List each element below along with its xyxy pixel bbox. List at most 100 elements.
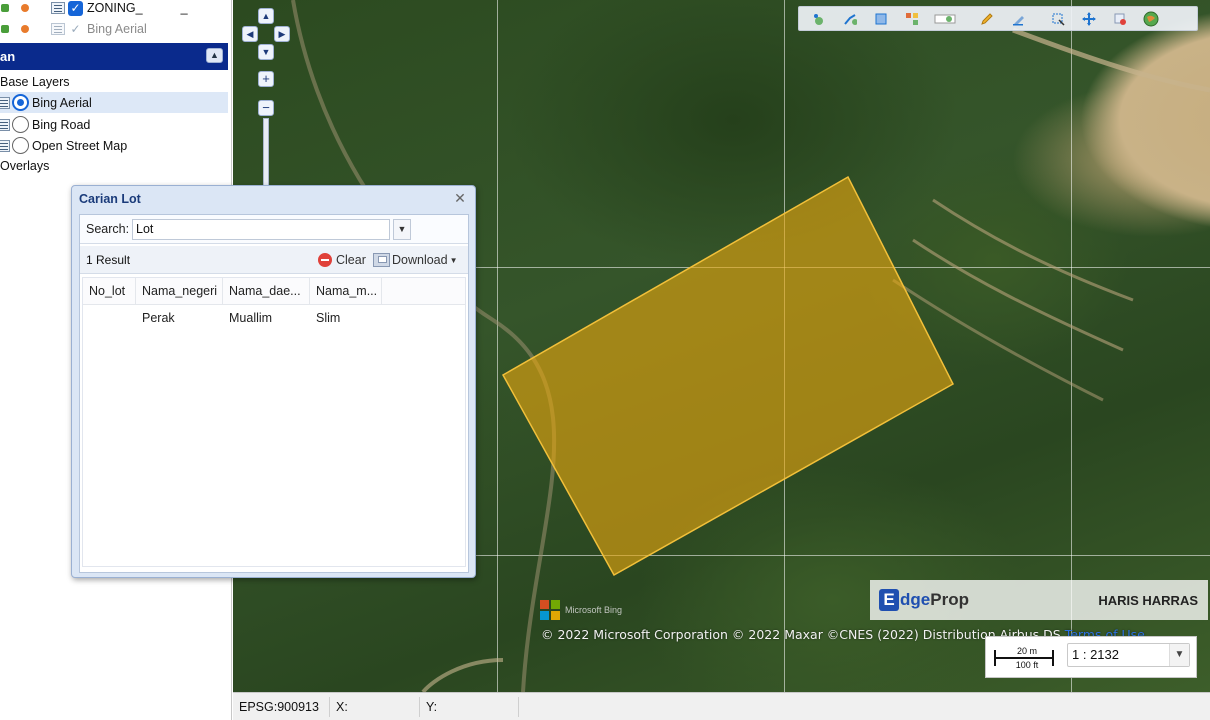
osm-radio[interactable] <box>12 137 29 154</box>
search-row: Search: Lot ▼ <box>80 215 468 244</box>
status-bar: EPSG:900913 X: Y: <box>233 692 1210 720</box>
bing-aerial-radio[interactable] <box>12 94 29 111</box>
pan-icon[interactable] <box>1078 9 1100 29</box>
clear-icon <box>318 253 332 267</box>
bing-aerial-checkbox[interactable]: ✓ <box>68 22 83 37</box>
y-coordinate-label: Y: <box>420 696 519 717</box>
collapse-up-icon[interactable]: ▲ <box>206 48 223 63</box>
edgeprop-e: E <box>879 589 899 611</box>
zoning-checkbox[interactable]: ✓ <box>68 0 83 16</box>
download-button[interactable]: Download ▼ <box>373 250 458 270</box>
edgeprop-logo: EdgeProp <box>879 589 969 611</box>
pan-down-icon[interactable]: ▼ <box>258 44 274 60</box>
layer-row-bing-aerial[interactable]: ✓ Bing Aerial <box>0 19 230 39</box>
layer-visibility-icon <box>1 4 9 12</box>
column-header[interactable]: Nama_dae... <box>223 278 310 305</box>
pan-up-icon[interactable]: ▲ <box>258 8 274 24</box>
carian-lot-dialog: Carian Lot ✕ Search: Lot ▼ 1 Result Clea… <box>71 185 476 578</box>
epsg-readout: EPSG:900913 <box>233 696 330 717</box>
table-row[interactable]: Perak Muallim Slim <box>83 305 465 331</box>
edgeprop-dge: dge <box>900 590 931 609</box>
zoom-in-icon[interactable]: + <box>258 71 274 87</box>
layer-legend-icon <box>0 96 10 109</box>
caret-down-icon: ▼ <box>449 255 458 265</box>
scale-meters: 20 m <box>1016 646 1037 656</box>
chevron-down-icon[interactable]: ▼ <box>1169 644 1189 666</box>
layer-suffix: _ <box>180 1 188 15</box>
scale-feet: 100 ft <box>1015 660 1039 670</box>
toggle-icon[interactable] <box>932 9 958 29</box>
layer-visibility-icon <box>1 25 9 33</box>
edgeprop-watermark: EdgeProp HARIS HARRAS <box>870 580 1208 620</box>
delete-select-icon[interactable] <box>1109 9 1131 29</box>
overlays-label: Overlays <box>0 158 50 173</box>
scale-line <box>994 657 1054 659</box>
results-table: No_lot Nama_negeri Nama_dae... Nama_m...… <box>82 277 466 567</box>
table-cell: Muallim <box>229 311 273 325</box>
bing-road-radio[interactable] <box>12 116 29 133</box>
panel-title: an <box>0 49 16 64</box>
scale-tick <box>994 650 996 666</box>
column-header[interactable]: No_lot <box>83 278 136 305</box>
scale-tick <box>1052 650 1054 666</box>
base-layers-label: Base Layers <box>0 74 70 89</box>
layer-label: Bing Aerial <box>87 22 147 36</box>
copyright-text: © 2022 Microsoft Corporation © 2022 Maxa… <box>541 627 1061 642</box>
pencil-icon[interactable] <box>976 9 998 29</box>
search-label: Search: <box>86 222 130 236</box>
map-toolbar <box>798 6 1198 31</box>
base-layer-label: Bing Aerial <box>32 95 92 110</box>
close-icon[interactable]: ✕ <box>453 191 467 206</box>
layer-legend-icon <box>0 118 10 131</box>
add-polygon-icon[interactable] <box>870 9 892 29</box>
add-point-icon[interactable] <box>808 9 830 29</box>
scale-control: 20 m 100 ft 1 : 2132 ▼ <box>985 636 1197 678</box>
download-label: Download <box>392 253 448 267</box>
base-layer-label: Bing Road <box>32 117 91 132</box>
layer-status-icon <box>21 25 29 33</box>
table-cell: Perak <box>142 311 175 325</box>
panel-header: an ▲ <box>0 43 228 70</box>
base-layer-bing-road[interactable]: Bing Road <box>0 114 228 135</box>
table-cell <box>83 305 136 331</box>
base-layer-label: Open Street Map <box>32 138 128 153</box>
add-line-icon[interactable] <box>839 9 861 29</box>
layer-legend-icon <box>51 23 65 35</box>
chevron-down-icon[interactable]: ▼ <box>393 219 411 240</box>
column-header[interactable]: Nama_negeri <box>136 278 223 305</box>
bing-logo-text: Microsoft Bing <box>565 605 623 615</box>
base-layers-heading: Base Layers <box>0 71 228 92</box>
erase-icon[interactable] <box>1007 9 1029 29</box>
zoom-out-icon[interactable]: − <box>258 100 274 116</box>
search-input[interactable]: Lot <box>132 219 390 240</box>
clear-button[interactable]: Clear <box>318 250 366 270</box>
download-icon <box>373 253 390 267</box>
base-layer-bing-aerial[interactable]: Bing Aerial <box>0 92 228 113</box>
result-count: 1 Result <box>86 253 131 267</box>
layer-row-zoning[interactable]: ✓ ZONING_ _ <box>0 0 230 18</box>
scale-bar: 20 m 100 ft <box>992 643 1054 673</box>
pan-left-icon[interactable]: ◀ <box>242 26 258 42</box>
watermark-author: HARIS HARRAS <box>1098 593 1198 608</box>
edgeprop-prop: Prop <box>930 590 969 609</box>
scale-ratio-value: 1 : 2132 <box>1072 647 1119 662</box>
layer-legend-icon <box>51 2 65 14</box>
dialog-body: Search: Lot ▼ 1 Result Clear Download ▼ … <box>79 214 469 573</box>
microsoft-logo-icon <box>540 600 560 620</box>
scale-ratio-select[interactable]: 1 : 2132 ▼ <box>1067 643 1190 667</box>
zoom-slider[interactable] <box>263 118 269 188</box>
table-header: No_lot Nama_negeri Nama_dae... Nama_m... <box>83 278 465 305</box>
base-layer-osm[interactable]: Open Street Map <box>0 135 228 156</box>
select-icon[interactable] <box>1047 9 1069 29</box>
globe-icon[interactable] <box>1140 9 1162 29</box>
layer-label: ZONING_ <box>87 1 143 15</box>
layer-legend-icon <box>0 139 10 152</box>
layer-status-icon <box>21 4 29 12</box>
result-toolbar: 1 Result Clear Download ▼ <box>80 246 468 274</box>
column-header[interactable]: Nama_m... <box>310 278 382 305</box>
measure-icon[interactable] <box>901 9 923 29</box>
dialog-title: Carian Lot <box>79 192 141 206</box>
overlays-heading: Overlays <box>0 155 228 176</box>
pan-right-icon[interactable]: ▶ <box>274 26 290 42</box>
x-coordinate-label: X: <box>330 696 420 717</box>
